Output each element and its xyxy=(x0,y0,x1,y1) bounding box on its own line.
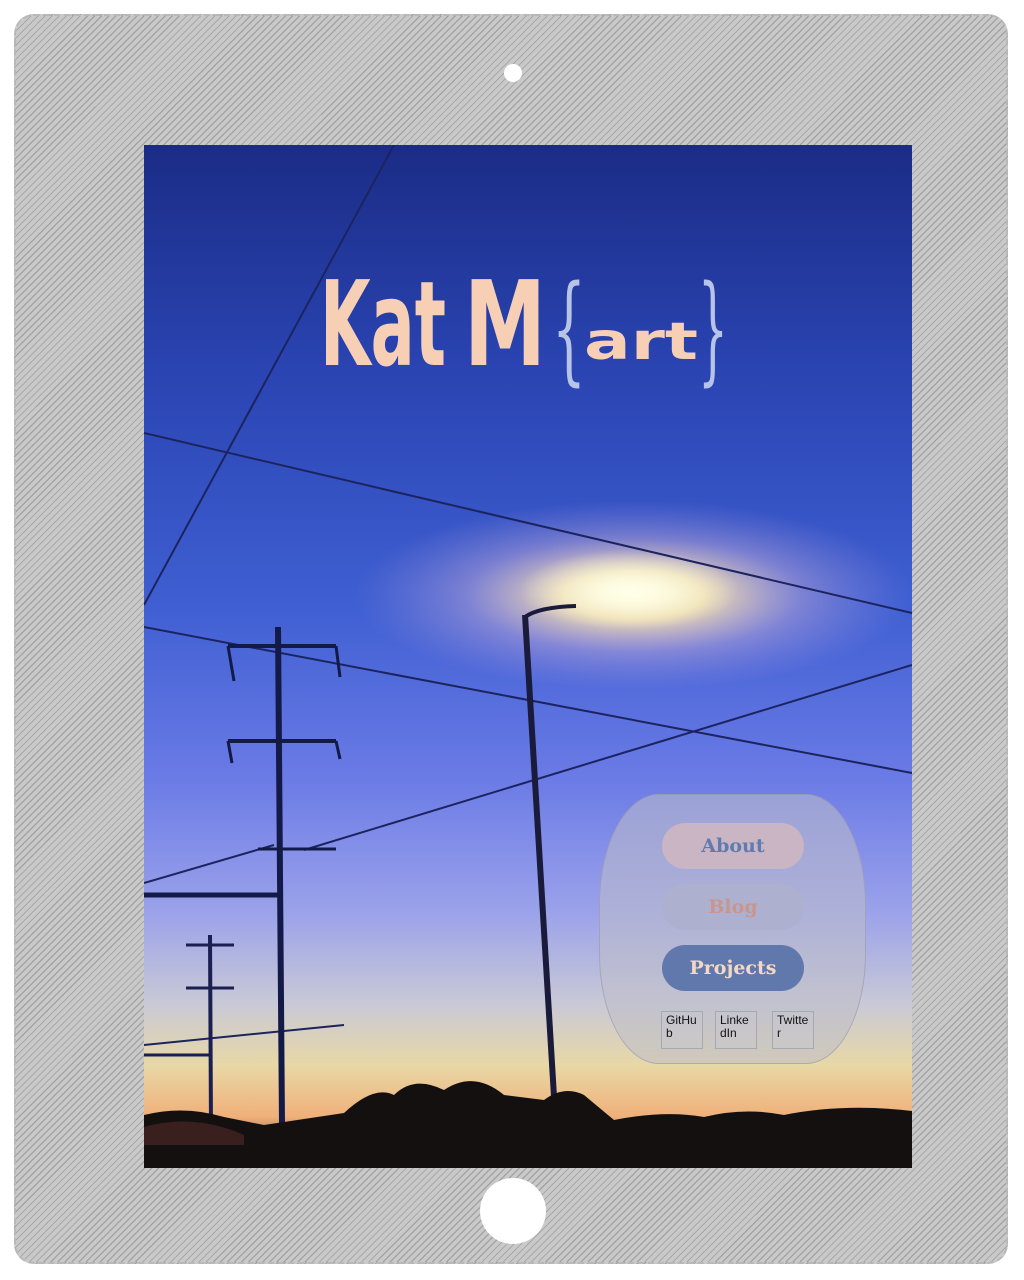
site-logo: Kat M { art } xyxy=(316,237,736,397)
power-pylon xyxy=(144,626,342,1126)
nav-panel: About Blog Projects GitHub LinkedIn Twit… xyxy=(599,794,866,1064)
logo-art: art xyxy=(584,312,698,372)
logo-brace-open: { xyxy=(552,259,586,397)
logo-m: M xyxy=(464,255,546,393)
camera-icon xyxy=(504,64,522,82)
home-button[interactable] xyxy=(480,1178,546,1244)
small-pylon xyxy=(144,934,234,1131)
tree-silhouette xyxy=(144,1081,912,1168)
projects-button[interactable]: Projects xyxy=(662,945,804,991)
about-button[interactable]: About xyxy=(662,823,804,869)
logo-brace-close: } xyxy=(698,259,728,397)
twitter-link[interactable]: Twitter xyxy=(772,1011,814,1049)
blog-button[interactable]: Blog xyxy=(662,884,804,930)
screen: Kat M { art } About Blog Projects GitHub… xyxy=(144,145,912,1168)
sun-core xyxy=(519,550,739,630)
logo-k: Kat xyxy=(320,255,446,393)
linkedin-link[interactable]: LinkedIn xyxy=(715,1011,757,1049)
github-link[interactable]: GitHub xyxy=(661,1011,703,1049)
tablet-frame: Kat M { art } About Blog Projects GitHub… xyxy=(14,14,1008,1264)
